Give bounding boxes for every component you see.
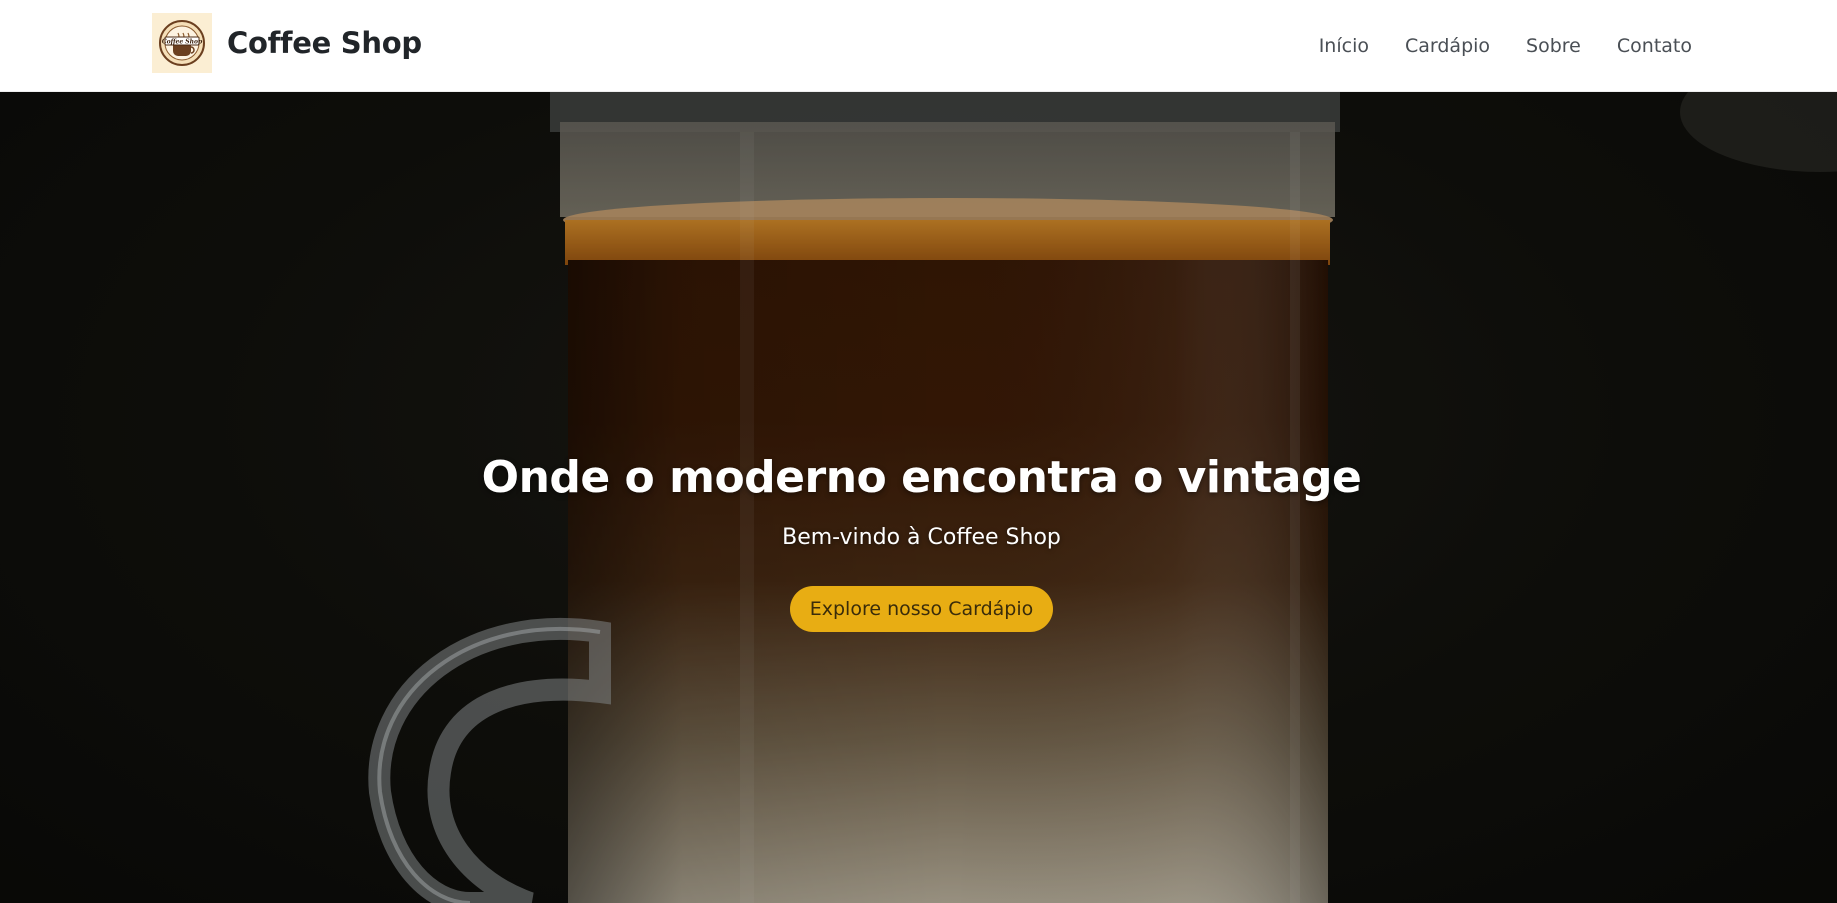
- brand-name: Coffee Shop: [227, 26, 422, 60]
- hero-subtitle: Bem-vindo à Coffee Shop: [782, 525, 1061, 550]
- nav-item-contato[interactable]: Contato: [1599, 35, 1692, 57]
- coffee-cup-logo-icon: Coffee Shop: [152, 13, 212, 73]
- nav-item-inicio[interactable]: Início: [1301, 35, 1387, 57]
- hero-content: Onde o moderno encontra o vintage Bem-vi…: [0, 452, 1837, 632]
- svg-text:Coffee Shop: Coffee Shop: [162, 39, 203, 46]
- brand-link[interactable]: Coffee Shop Coffee Shop: [152, 13, 422, 73]
- navbar: Coffee Shop Coffee Shop Início Cardápio …: [0, 0, 1837, 92]
- main-nav: Início Cardápio Sobre Contato: [1301, 0, 1692, 92]
- hero-title: Onde o moderno encontra o vintage: [481, 452, 1362, 503]
- nav-item-cardapio[interactable]: Cardápio: [1387, 35, 1508, 57]
- hero-section: Onde o moderno encontra o vintage Bem-vi…: [0, 92, 1837, 903]
- explore-menu-button[interactable]: Explore nosso Cardápio: [789, 586, 1054, 632]
- nav-item-sobre[interactable]: Sobre: [1508, 35, 1599, 57]
